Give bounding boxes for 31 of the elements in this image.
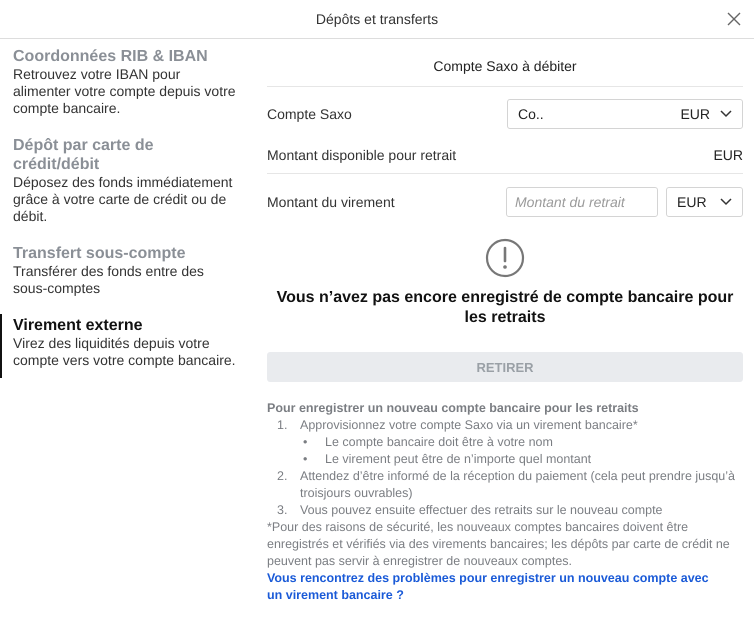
account-select[interactable]: Co.. EUR (507, 99, 743, 129)
step-number: 3. (277, 502, 288, 519)
chevron-down-icon (720, 198, 732, 206)
instructions-heading: Pour enregistrer un nouveau compte bancaire pour les retraits (267, 400, 640, 417)
step-number: 1. (277, 417, 288, 434)
warning-icon (485, 238, 525, 278)
step-text: Attendez d’être informé de la réception du paiement (cela peut prendre jusqu’à troisjours ouvrables) (299, 468, 736, 502)
bullet-text: Le virement peut être de n’importe quel montant (324, 451, 592, 468)
sidebar-item[interactable]: Transfert sous-compte Transférer des fonds entre des sous-comptes (0, 242, 245, 306)
step-text: Vous pouvez ensuite effectuer des retraits sur le nouveau compte (299, 502, 662, 519)
bullet: • (303, 451, 308, 468)
bullet: • (303, 434, 308, 451)
section-heading: Compte Saxo à débiter (267, 39, 743, 87)
field-label: Compte Saxo (267, 106, 352, 122)
help-link[interactable]: Vous rencontrez des problèmes pour enregistrer un nouveau compte avec un virement bancaire ? (267, 570, 727, 604)
step-text: Approvisionnez votre compte Saxo via un virement bancaire* (299, 417, 638, 434)
close-button[interactable] (726, 11, 742, 27)
bullet-text: Le compte bancaire doit être à votre nom (324, 434, 553, 451)
field-label: Montant du virement (267, 194, 395, 210)
sidebar-item[interactable]: Virement externe Virez des liquidités depuis votre compte vers votre compte bancaire. (0, 314, 245, 378)
step-number: 2. (277, 468, 288, 485)
window-title: Dépôts et transferts (316, 11, 438, 27)
currency-select[interactable]: EUR (666, 187, 743, 217)
amount-field[interactable]: Montant du retrait (506, 187, 658, 217)
chevron-down-icon (720, 110, 732, 118)
sidebar-item[interactable]: Dépôt par carte de crédit/débit Déposez des fonds immédiatement grâce à votre carte de crédit ou de débit. (0, 134, 245, 234)
footnote: *Pour des raisons de sécurité, les nouveaux comptes bancaires doivent être enregistrés et vérifiés via des virements bancaires; les dépôts par carte de crédit ne peuvent pas servir à enregistrer de nouveaux comptes. (267, 519, 731, 570)
sidebar-item[interactable]: Coordonnées RIB & IBAN Retrouvez votre IBAN pour alimenter votre compte depuis votre compte bancaire. (0, 45, 245, 126)
available-amount: EUR (713, 147, 743, 163)
notice-message: Vous n’avez pas encore enregistré de compte bancaire pour les retraits (276, 288, 734, 328)
field-label: Montant disponible pour retrait (267, 147, 456, 163)
